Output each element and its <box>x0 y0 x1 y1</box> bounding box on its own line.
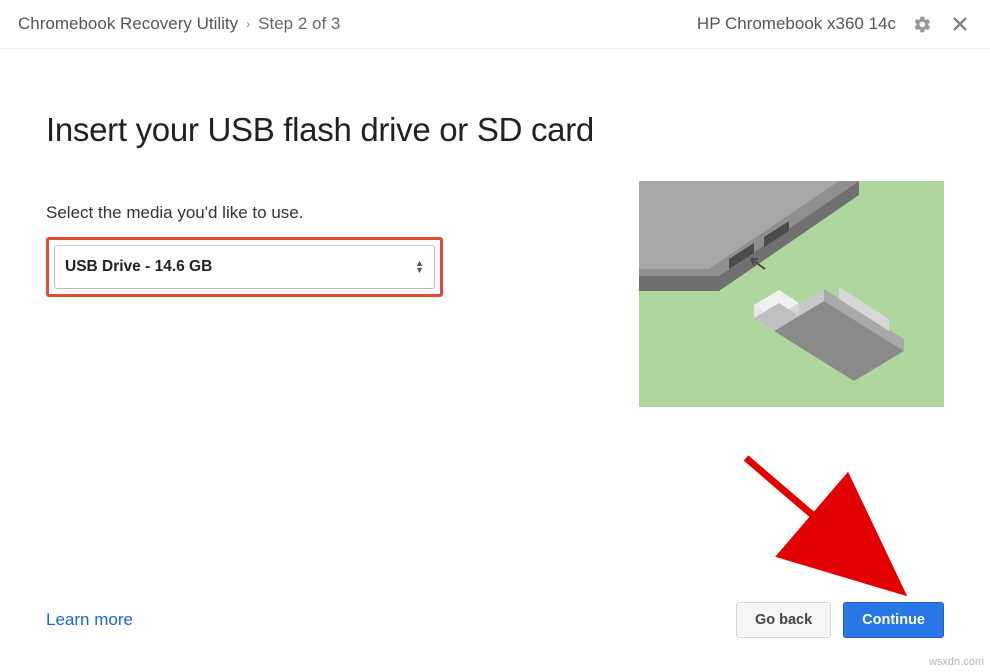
go-back-button[interactable]: Go back <box>736 602 831 638</box>
arrow-annotation-icon <box>736 448 926 628</box>
step-indicator: Step 2 of 3 <box>258 14 340 34</box>
watermark-text: wsxdn.com <box>929 656 984 668</box>
device-name: HP Chromebook x360 14c <box>697 14 896 34</box>
learn-more-link[interactable]: Learn more <box>46 610 133 630</box>
media-select-value: USB Drive - 14.6 GB <box>65 258 212 276</box>
chevron-right-icon: › <box>246 17 250 31</box>
page-title: Insert your USB flash drive or SD card <box>46 111 599 149</box>
gear-icon[interactable] <box>910 12 934 36</box>
usb-illustration <box>639 181 944 407</box>
media-select[interactable]: USB Drive - 14.6 GB ▲▼ <box>54 245 435 289</box>
app-name: Chromebook Recovery Utility <box>18 14 238 34</box>
continue-button[interactable]: Continue <box>843 602 944 638</box>
instruction-text: Select the media you'd like to use. <box>46 203 599 223</box>
select-arrows-icon: ▲▼ <box>415 260 424 274</box>
close-icon[interactable] <box>948 12 972 36</box>
highlight-annotation: USB Drive - 14.6 GB ▲▼ <box>46 237 443 297</box>
title-bar: Chromebook Recovery Utility › Step 2 of … <box>0 0 990 49</box>
breadcrumb: Chromebook Recovery Utility › Step 2 of … <box>18 14 697 34</box>
